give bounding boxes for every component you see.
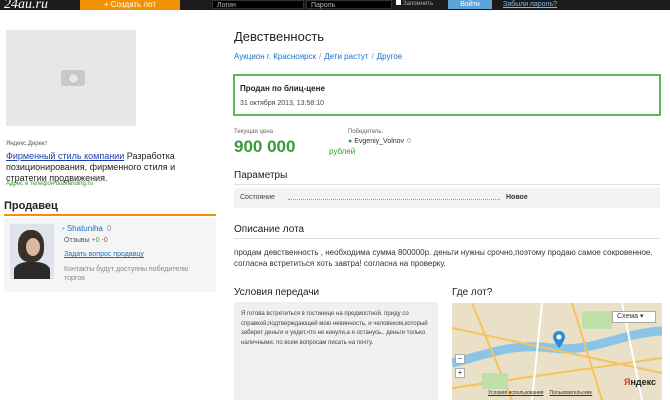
lot-title: Девственность (234, 29, 325, 44)
user-icon: ● (348, 138, 353, 145)
zoom-out-button[interactable]: − (455, 354, 465, 364)
seller-divider (4, 214, 216, 216)
sold-status-title: Продан по блиц-цене (240, 84, 325, 93)
ad-title-link[interactable]: Фирменный стиль компании (6, 151, 124, 161)
map-terms-link[interactable]: Условия использования (488, 390, 544, 396)
map-type-label: Схема (617, 313, 639, 320)
winner-rating: 0 (407, 138, 411, 145)
lot-description: продам девственность , необходима сумма … (234, 248, 653, 268)
breadcrumb-item[interactable]: Аукцион г. Красноярск (234, 52, 316, 61)
params-divider (234, 184, 660, 185)
remember-checkbox[interactable]: Запомнить (396, 0, 433, 8)
breadcrumb-item[interactable]: Другое (377, 52, 402, 61)
ad-label: Яндекс.Директ (6, 141, 48, 147)
reviews-positive: +0 (91, 237, 100, 244)
avatar-face (26, 238, 40, 256)
param-value: Новое (506, 194, 528, 201)
param-name: Состояние (240, 194, 275, 201)
contacts-note: Контакты будут доступны победителю торго… (64, 266, 189, 282)
login-button[interactable]: Войти (448, 0, 492, 9)
winner-name-link[interactable]: Evgeniy_Volnov (354, 138, 404, 145)
price-currency: рублей (329, 147, 356, 156)
conditions-heading: Условия передачи (234, 287, 320, 298)
breadcrumb-separator: / (371, 52, 374, 61)
param-leader-dots (288, 199, 500, 200)
yandex-logo: Яндекс (624, 377, 657, 387)
current-price: 900 000 (234, 137, 296, 156)
ad-contact[interactable]: Адрес и телефон dobranding.ru (6, 181, 93, 187)
seller-avatar[interactable] (10, 224, 54, 279)
sold-status-box (233, 74, 661, 116)
price-label: Текущая цена (234, 129, 273, 135)
reviews-label: Отзывы (64, 237, 90, 244)
param-row (234, 188, 660, 208)
breadcrumb-item[interactable]: Дети растут (324, 52, 368, 61)
ask-seller-link[interactable]: Задать вопрос продавцу (64, 251, 144, 258)
lot-photo-placeholder[interactable] (6, 30, 136, 126)
map-park (582, 311, 612, 329)
sold-status-date: 31 октября 2013, 13:58:10 (240, 100, 325, 107)
ad-block: Фирменный стиль компании Разработка пози… (6, 151, 216, 184)
site-logo[interactable]: 24au.ru (4, 0, 48, 13)
params-heading: Параметры (234, 170, 288, 181)
create-lot-button[interactable]: + Создать лот (80, 0, 180, 10)
remember-label: Запомнить (403, 1, 434, 7)
chevron-down-icon: ▾ (640, 313, 644, 320)
breadcrumb: Аукцион г. Красноярск / Дети растут / Другое (234, 52, 402, 61)
location-pin-icon[interactable] (553, 331, 565, 349)
description-heading: Описание лота (234, 224, 305, 235)
map-user-link[interactable]: Пользовательские (550, 390, 593, 396)
seller-rating: 0 (106, 224, 112, 233)
map-footer-links: Условия использования Пользовательские (488, 390, 598, 396)
camera-icon (61, 70, 85, 86)
seller-name-link[interactable]: Shatuniha (67, 224, 103, 233)
login-input[interactable]: Логин (212, 0, 304, 9)
seller-name: ▪ Shatuniha 0 (62, 224, 111, 233)
forgot-password-link[interactable]: Забыли пароль? (503, 0, 557, 9)
conditions-text: Я готова встретиться в гостинице на пред… (241, 311, 428, 346)
zoom-in-button[interactable]: + (455, 368, 465, 378)
seller-reviews: Отзывы +0 -0 (64, 237, 108, 244)
winner: ● Evgeniy_Volnov 0 (348, 138, 411, 145)
map-park (482, 373, 508, 389)
password-input[interactable]: Пароль (306, 0, 392, 9)
avatar-body (14, 262, 50, 279)
breadcrumb-separator: / (318, 52, 322, 61)
description-divider (234, 238, 660, 239)
checkbox-icon[interactable] (396, 0, 401, 5)
user-icon: ▪ (62, 224, 65, 233)
winner-label: Победитель: (348, 129, 384, 135)
reviews-negative: -0 (101, 237, 108, 244)
map-heading: Где лот? (452, 287, 493, 298)
map-type-dropdown[interactable]: Схема ▾ (612, 311, 656, 323)
seller-heading: Продавец (4, 200, 58, 212)
